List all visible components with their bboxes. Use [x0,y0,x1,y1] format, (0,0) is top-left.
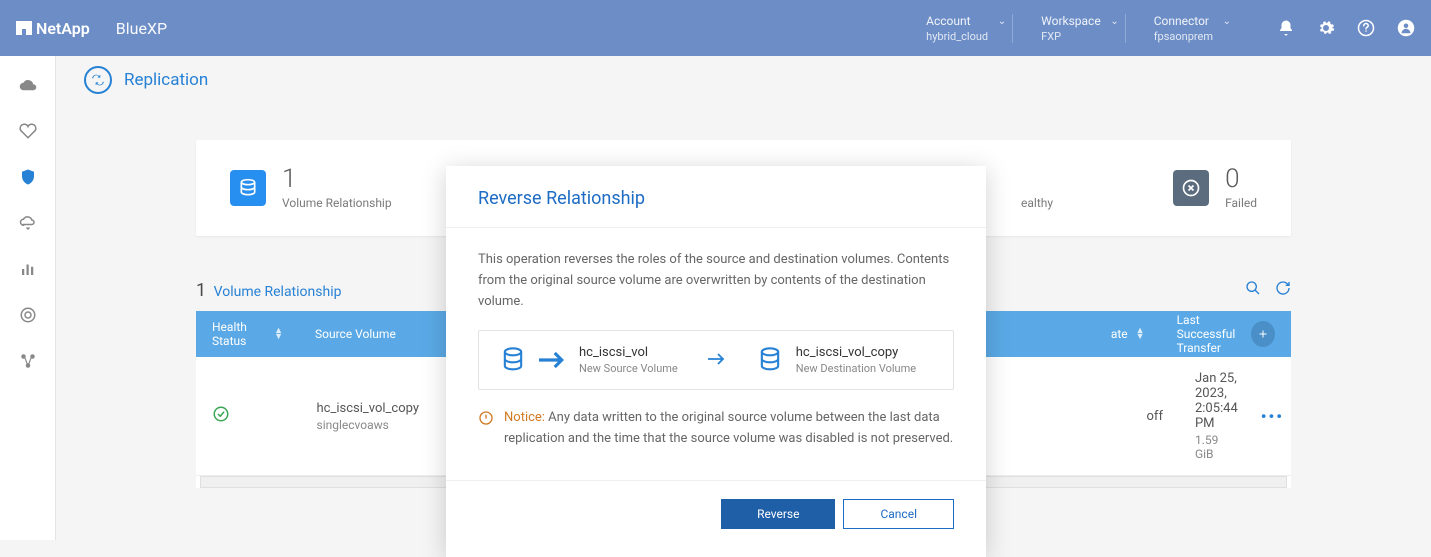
database-icon [499,346,527,374]
top-header: NetApp BlueXP Account hybrid_cloud ⌄ Wor… [0,0,1431,56]
database-icon [756,346,784,374]
chevron-down-icon: ⌄ [1110,16,1118,27]
relationship-diagram: hc_iscsi_vol New Source Volume hc_iscsi_… [478,330,954,390]
search-icon[interactable] [1245,280,1261,296]
bell-icon[interactable] [1277,19,1295,37]
reverse-relationship-modal: Reverse Relationship This operation reve… [446,166,986,557]
cloud-icon[interactable] [19,76,37,94]
target-icon[interactable] [19,306,37,324]
header-dropdowns: Account hybrid_cloud ⌄ Workspace FXP ⌄ C… [926,14,1237,43]
replication-icon [84,66,112,94]
left-nav-rail [0,56,56,540]
header-icons [1277,19,1415,37]
check-circle-icon [212,405,230,423]
netapp-logo: NetApp [16,19,90,38]
table-actions [1245,280,1291,296]
cloud-sync-icon[interactable] [19,214,37,232]
cancel-button[interactable]: Cancel [843,499,954,529]
brand-product: BlueXP [116,19,167,38]
stat-failed: 0 Failed [1173,166,1257,210]
modal-description: This operation reverses the roles of the… [478,250,954,312]
source-side: hc_iscsi_vol New Source Volume [499,345,678,375]
stat-healthy: ealthy [1021,166,1053,210]
brand-company: NetApp [36,19,90,38]
table-title: 1 Volume Relationship [196,280,341,301]
heart-icon[interactable] [19,122,37,140]
page-header: Replication [56,56,1431,104]
warning-icon [478,410,494,426]
failed-icon [1173,170,1209,206]
sort-icon: ▲▼ [274,328,283,340]
destination-side: hc_iscsi_vol_copy New Destination Volume [756,345,916,375]
arrow-right-icon [539,346,567,374]
help-icon[interactable] [1357,19,1375,37]
page-title: Replication [124,70,208,90]
account-dropdown[interactable]: Account hybrid_cloud ⌄ [926,14,1013,43]
modal-title: Reverse Relationship [478,188,954,209]
chevron-down-icon: ⌄ [1223,16,1231,27]
modal-footer: Reverse Cancel [446,480,986,557]
col-last-transfer[interactable]: Last Successful Transfer [1161,313,1252,355]
database-icon [230,170,266,206]
netapp-logo-icon [16,21,32,35]
brand: NetApp BlueXP [16,19,167,38]
modal-notice: Notice: Any data written to the original… [478,408,954,450]
row-menu-button[interactable]: ••• [1254,407,1291,426]
cell-health [196,405,301,427]
stat-volume-relationship: 1 Volume Relationship [230,166,392,210]
modal-body: This operation reverses the roles of the… [446,228,986,472]
gear-icon[interactable] [1317,19,1335,37]
connector-dropdown[interactable]: Connector fpsaonprem ⌄ [1154,14,1237,43]
modal-header: Reverse Relationship [446,166,986,228]
refresh-icon[interactable] [1275,280,1291,296]
user-icon[interactable] [1397,19,1415,37]
col-health-status[interactable]: Health Status ▲▼ [196,320,299,348]
chart-icon[interactable] [19,260,37,278]
chevron-down-icon: ⌄ [998,16,1006,27]
workspace-dropdown[interactable]: Workspace FXP ⌄ [1041,14,1126,43]
nodes-icon[interactable] [19,352,37,370]
reverse-button[interactable]: Reverse [721,499,835,529]
cell-transfer: Jan 25, 2023, 2:05:44 PM 1.59 GiB [1179,371,1254,461]
shield-icon[interactable] [19,168,37,186]
add-button[interactable] [1251,321,1275,347]
sort-icon: ▲▼ [1136,328,1145,340]
arrow-right-icon [708,351,726,370]
